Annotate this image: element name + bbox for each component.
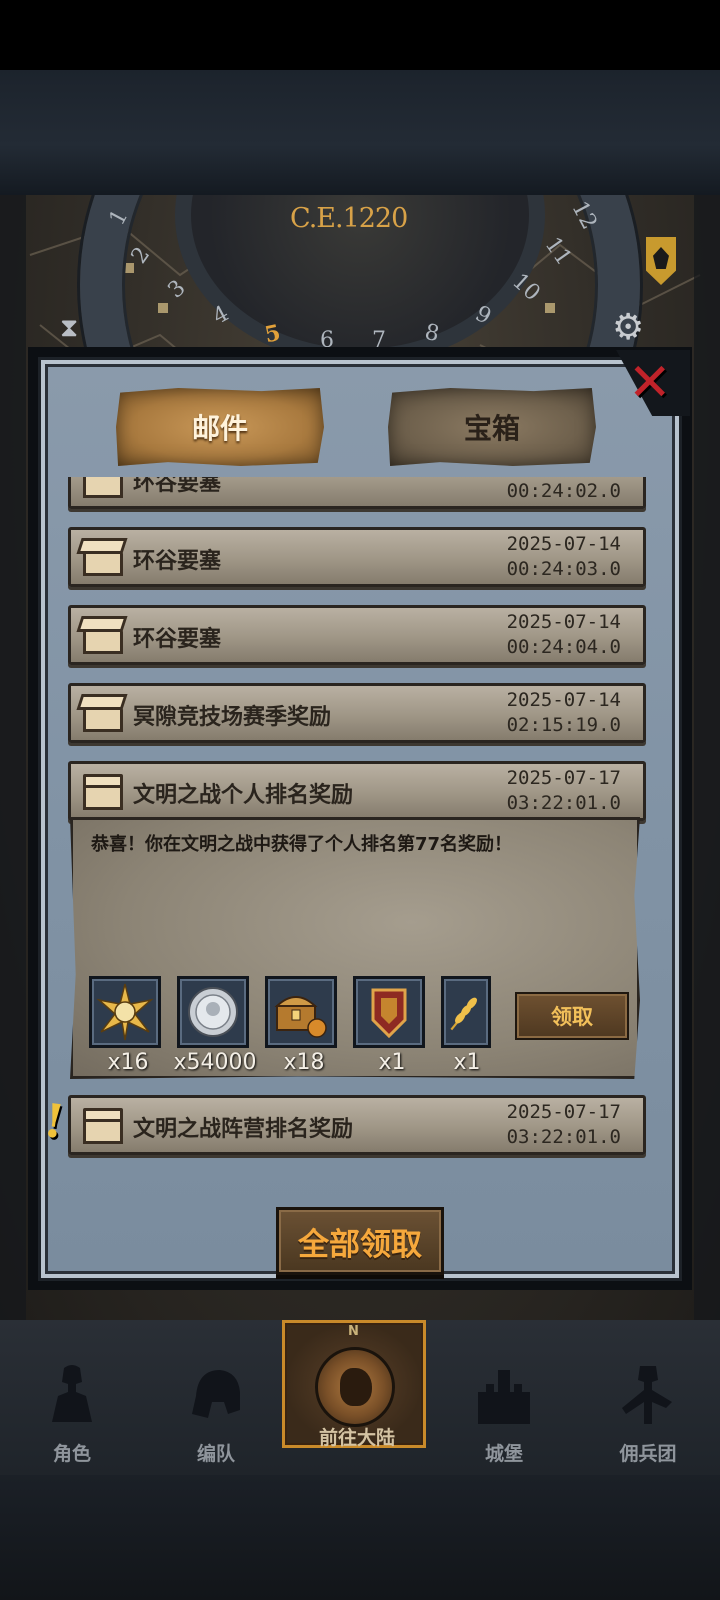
gear-icon[interactable]: ⚙ xyxy=(612,307,644,348)
reward-slot[interactable] xyxy=(89,976,161,1048)
mail-row[interactable]: 冥隙竞技场赛季奖励 2025-07-14 02:15:19.0 xyxy=(68,683,646,743)
mail-date: 2025-07-14 xyxy=(506,689,621,711)
nav-label: 城堡 xyxy=(484,1443,523,1465)
mail-row[interactable]: 环谷要塞 00:24:02.0 xyxy=(68,477,646,509)
mail-date: 2025-07-17 xyxy=(506,767,621,789)
mail-time: 00:24:04.0 xyxy=(506,636,621,658)
tab-treasure-chest[interactable]: 宝箱 xyxy=(388,388,596,466)
mail-time: 02:15:19.0 xyxy=(506,714,621,736)
mail-title: 冥隙竞技场赛季奖励 xyxy=(133,705,332,730)
sun-medal-icon xyxy=(96,983,154,1041)
closed-chest-icon xyxy=(77,770,129,814)
reward-quantity: x54000 xyxy=(173,1050,257,1075)
mail-row[interactable]: 环谷要塞 2025-07-14 00:24:04.0 xyxy=(68,605,646,665)
claim-all-button[interactable]: 全部领取 xyxy=(276,1207,444,1275)
nav-label: 前往大陆 xyxy=(318,1427,395,1449)
mail-time: 00:24:02.0 xyxy=(506,480,621,502)
mail-time: 03:22:01.0 xyxy=(506,792,621,814)
reward-slot[interactable] xyxy=(265,976,337,1048)
mail-date: 2025-07-14 xyxy=(506,611,621,633)
hourglass-icon[interactable]: ⧗ xyxy=(60,313,78,344)
silver-coin-icon xyxy=(188,987,238,1037)
compass-north-marker: N xyxy=(348,1324,359,1339)
mail-time: 03:22:01.0 xyxy=(506,1126,621,1148)
reward-quantity: x16 xyxy=(107,1050,149,1075)
nav-item-mercenary-corps[interactable]: 佣兵团 xyxy=(576,1344,720,1472)
mail-title: 环谷要塞 xyxy=(133,627,222,652)
compass-icon xyxy=(313,1345,397,1429)
status-bar-area xyxy=(0,0,720,70)
year-label: C.E.1220 xyxy=(290,203,408,234)
castle-icon xyxy=(472,1362,536,1426)
treasure-chest-icon xyxy=(274,996,327,1038)
close-x-icon[interactable]: ✕ xyxy=(628,356,672,410)
mail-title: 文明之战阵营排名奖励 xyxy=(133,1117,354,1142)
open-chest-icon xyxy=(76,614,129,658)
nav-label: 角色 xyxy=(52,1443,91,1465)
wheat-icon xyxy=(450,997,478,1031)
mail-list[interactable]: 环谷要塞 00:24:02.0 环谷要塞 2025-07-14 00:24:03… xyxy=(60,477,660,1177)
crest-badge-icon xyxy=(371,988,407,1039)
open-chest-icon xyxy=(76,692,129,736)
mail-time: 00:24:03.0 xyxy=(506,558,621,580)
top-band xyxy=(0,70,720,195)
reward-quantity: x1 xyxy=(378,1050,406,1075)
reward-quantity: x1 xyxy=(453,1050,481,1075)
reward-slot[interactable] xyxy=(353,976,425,1048)
left-side-panel xyxy=(0,195,26,1320)
nav-item-formation[interactable]: 编队 xyxy=(144,1344,288,1472)
mail-row[interactable]: 环谷要塞 2025-07-14 00:24:03.0 xyxy=(68,527,646,587)
reward-slot[interactable] xyxy=(441,976,491,1048)
nav-item-go-to-continent[interactable]: 前往大陆 xyxy=(282,1320,426,1449)
nav-item-castle[interactable]: 城堡 xyxy=(432,1344,576,1472)
reward-slot[interactable] xyxy=(177,976,249,1048)
mail-title: 文明之战个人排名奖励 xyxy=(133,783,354,808)
mail-row[interactable]: 文明之战阵营排名奖励 2025-07-17 03:22:01.0 xyxy=(68,1095,646,1155)
right-side-panel xyxy=(694,195,720,1320)
tab-mail[interactable]: 邮件 xyxy=(116,388,324,466)
claim-button[interactable]: 领取 xyxy=(515,992,629,1040)
mail-detail-panel: 恭喜！你在文明之战中获得了个人排名第77名奖励！ x16 x54000 x18 … xyxy=(70,817,640,1079)
bottom-navigation: 角色 编队 前往大陆 N 城堡 佣兵团 xyxy=(0,1320,720,1475)
nav-item-character[interactable]: 角色 xyxy=(0,1344,144,1472)
nav-label: 编队 xyxy=(196,1443,235,1465)
reward-quantity: x18 xyxy=(283,1050,325,1075)
mail-title: 环谷要塞 xyxy=(133,477,222,496)
mail-row-selected[interactable]: 文明之战个人排名奖励 2025-07-17 03:22:01.0 xyxy=(68,761,646,821)
mail-message: 恭喜！你在文明之战中获得了个人排名第77名奖励！ xyxy=(91,834,513,855)
nav-label: 佣兵团 xyxy=(619,1443,677,1465)
open-chest-icon xyxy=(77,477,129,502)
bottom-gesture-area xyxy=(0,1475,720,1600)
mail-title: 环谷要塞 xyxy=(133,549,222,574)
open-chest-icon xyxy=(76,536,129,580)
helmet-icon xyxy=(184,1362,248,1426)
mercenary-icon xyxy=(616,1362,680,1426)
mail-date: 2025-07-14 xyxy=(506,533,621,555)
knight-icon xyxy=(40,1362,104,1426)
closed-chest-icon xyxy=(77,1104,129,1148)
mail-date: 2025-07-17 xyxy=(506,1101,621,1123)
